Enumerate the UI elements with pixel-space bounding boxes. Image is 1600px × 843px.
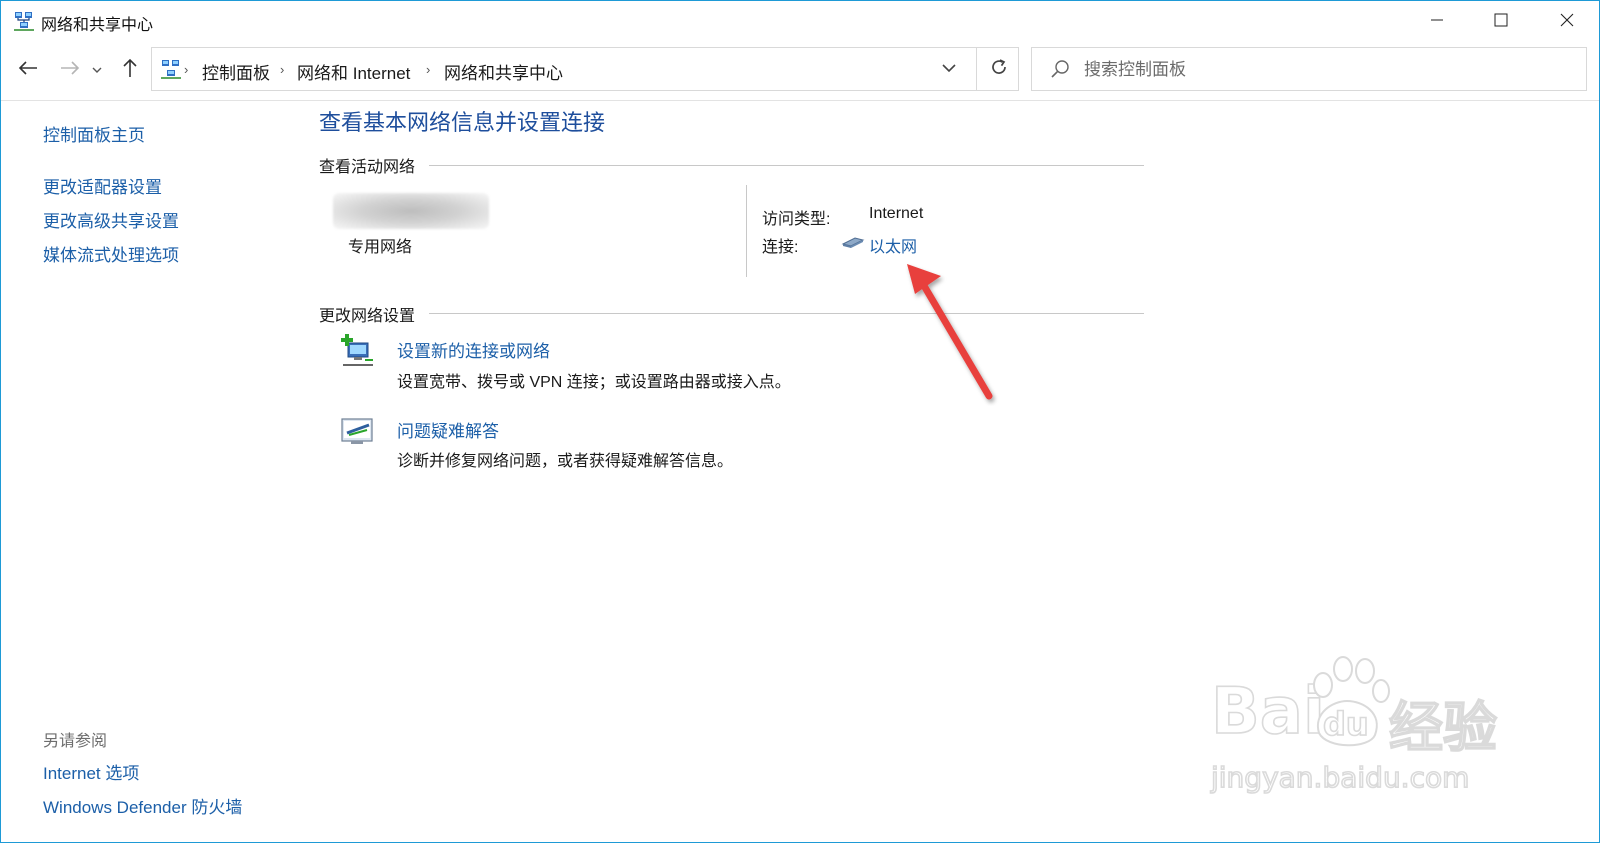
up-button[interactable]: [115, 55, 145, 85]
recent-locations-button[interactable]: [87, 55, 107, 85]
search-box[interactable]: [1031, 47, 1587, 91]
vertical-divider: [746, 185, 747, 277]
internet-options-link[interactable]: Internet 选项: [43, 759, 139, 784]
control-panel-icon: [160, 58, 182, 80]
change-adapter-settings-link[interactable]: 更改适配器设置: [43, 173, 162, 198]
breadcrumb-network-internet[interactable]: 网络和 Internet: [297, 59, 410, 84]
change-advanced-sharing-link[interactable]: 更改高级共享设置: [43, 207, 179, 232]
media-streaming-options-link[interactable]: 媒体流式处理选项: [43, 241, 179, 266]
troubleshoot-problems-desc: 诊断并修复网络问题，或者获得疑难解答信息。: [397, 453, 734, 470]
chevron-down-icon: [92, 61, 102, 79]
access-type-value: Internet: [869, 205, 924, 222]
network-center-icon: [13, 10, 35, 32]
network-name-redacted: [333, 193, 489, 229]
see-also-heading: 另请参阅: [43, 733, 108, 750]
close-button[interactable]: [1535, 1, 1599, 43]
control-panel-home-link[interactable]: 控制面板主页: [43, 121, 145, 146]
maximize-button[interactable]: [1469, 1, 1533, 43]
minimize-icon: [1430, 13, 1444, 32]
back-button[interactable]: [13, 55, 43, 85]
active-networks-heading: 查看活动网络: [319, 159, 416, 176]
troubleshoot-icon: [339, 413, 377, 451]
defender-firewall-link[interactable]: Windows Defender 防火墙: [43, 793, 242, 818]
left-navigation-pane: 控制面板主页 更改适配器设置 更改高级共享设置 媒体流式处理选项 另请参阅 In…: [43, 101, 293, 841]
watermark-brand-suffix: du: [1322, 704, 1369, 744]
forward-button[interactable]: [55, 55, 85, 85]
watermark-brand-cn: 经验: [1388, 695, 1498, 760]
navigation-bar: › 控制面板 › 网络和 Internet › 网络和共享中心: [1, 47, 1599, 95]
network-type-label: 专用网络: [348, 239, 413, 256]
control-panel-window: 网络和共享中心 › 控制面板 › 网络和 Internet › 网络和共享中心 …: [0, 0, 1600, 843]
search-input[interactable]: [1084, 56, 1564, 84]
breadcrumb-separator-icon: ›: [426, 62, 431, 77]
address-dropdown-icon[interactable]: [942, 60, 956, 78]
troubleshoot-problems-link[interactable]: 问题疑难解答: [397, 417, 499, 442]
connection-label: 连接:: [762, 239, 799, 256]
section-divider: [429, 165, 1144, 166]
access-type-label: 访问类型:: [762, 211, 831, 228]
breadcrumb-separator-icon: ›: [184, 62, 189, 77]
change-network-settings-heading: 更改网络设置: [319, 308, 416, 325]
ethernet-connection-link[interactable]: 以太网: [869, 233, 917, 257]
new-connection-icon: [339, 333, 377, 371]
annotation-arrow-icon: [901, 256, 1011, 411]
refresh-icon: [990, 58, 1008, 81]
title-bar[interactable]: 网络和共享中心: [1, 1, 1599, 43]
forward-arrow-icon: [60, 60, 80, 81]
ethernet-icon: [841, 235, 865, 254]
refresh-button[interactable]: [976, 48, 1020, 90]
page-title: 查看基本网络信息并设置连接: [319, 110, 606, 135]
maximize-icon: [1494, 13, 1508, 32]
setup-new-connection-link[interactable]: 设置新的连接或网络: [397, 337, 550, 362]
baidu-jingyan-watermark: Bai du 经验 jingyan.baidu.com: [1210, 656, 1531, 811]
back-arrow-icon: [18, 60, 38, 81]
breadcrumb-control-panel[interactable]: 控制面板: [202, 59, 270, 84]
watermark-url: jingyan.baidu.com: [1210, 760, 1470, 795]
setup-new-connection-desc: 设置宽带、拨号或 VPN 连接；或设置路由器或接入点。: [397, 374, 791, 391]
close-icon: [1560, 13, 1574, 32]
minimize-button[interactable]: [1405, 1, 1469, 43]
section-divider: [429, 313, 1144, 314]
address-bar[interactable]: › 控制面板 › 网络和 Internet › 网络和共享中心: [151, 47, 1019, 91]
breadcrumb-separator-icon: ›: [280, 62, 285, 77]
window-title: 网络和共享中心: [41, 17, 154, 34]
breadcrumb-network-center[interactable]: 网络和共享中心: [444, 59, 563, 84]
up-arrow-icon: [122, 58, 138, 83]
search-icon: [1050, 59, 1070, 84]
